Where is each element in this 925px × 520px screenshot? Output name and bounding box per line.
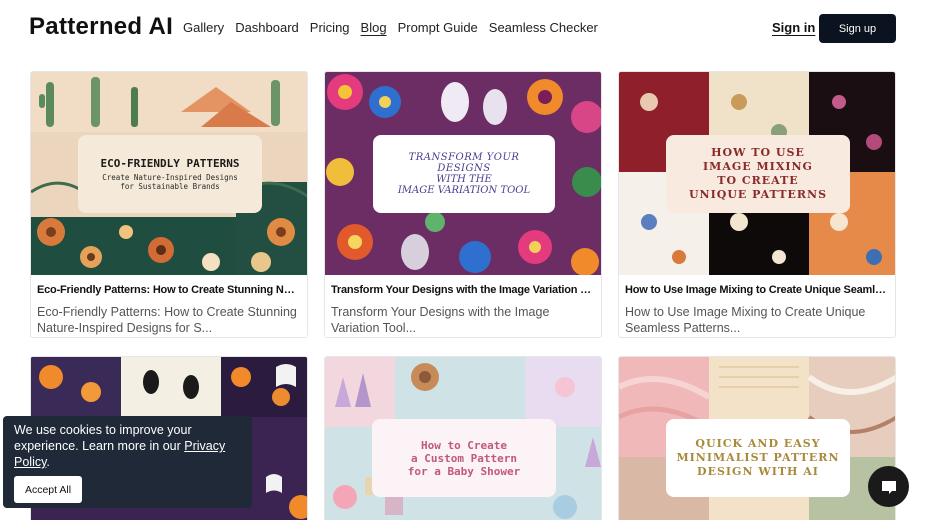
overlay-line: IMAGE VARIATION TOOL — [397, 184, 531, 196]
overlay-line: for Sustainable Brands — [120, 181, 220, 191]
blog-card[interactable]: TRANSFORM YOUR DESIGNS WITH THE IMAGE VA… — [324, 71, 602, 338]
overlay-line: IMAGE MIXING — [703, 159, 813, 173]
overlay-line: Create Nature-Inspired Designs — [102, 172, 238, 182]
blog-card-overlay: ECO-FRIENDLY PATTERNS Create Nature-Insp… — [78, 134, 262, 213]
blog-card[interactable]: HOW TO USE IMAGE MIXING TO CREATE UNIQUE… — [618, 71, 896, 338]
nav-dashboard[interactable]: Dashboard — [235, 20, 299, 35]
cookie-banner: We use cookies to improve your experienc… — [3, 416, 252, 508]
blog-card-title[interactable]: Transform Your Designs with the Image Va… — [331, 284, 593, 296]
cookie-text: We use cookies to improve your experienc… — [14, 423, 192, 453]
blog-card-overlay: TRANSFORM YOUR DESIGNS WITH THE IMAGE VA… — [373, 134, 555, 213]
overlay-line: ECO-FRIENDLY PATTERNS — [100, 156, 240, 170]
blog-card-excerpt: Eco-Friendly Patterns: How to Create Stu… — [37, 305, 297, 335]
blog-card-overlay: QUICK AND EASY MINIMALIST PATTERN DESIGN… — [666, 419, 850, 497]
blog-card[interactable]: How to Create a Custom Pattern for a Bab… — [324, 356, 602, 520]
overlay-line: QUICK AND EASY — [695, 437, 821, 450]
overlay-line: How to Create — [420, 438, 508, 452]
site-header: Patterned AI Gallery Dashboard Pricing B… — [0, 0, 925, 58]
overlay-line: WITH THE — [436, 173, 492, 185]
nav-blog[interactable]: Blog — [361, 20, 387, 35]
chat-icon — [881, 480, 896, 494]
main-nav: Gallery Dashboard Pricing Blog Prompt Gu… — [183, 20, 598, 35]
overlay-line: MINIMALIST PATTERN — [676, 451, 840, 464]
blog-card-overlay: How to Create a Custom Pattern for a Bab… — [372, 419, 556, 497]
blog-card[interactable]: QUICK AND EASY MINIMALIST PATTERN DESIGN… — [618, 356, 896, 520]
overlay-line: UNIQUE PATTERNS — [688, 187, 828, 201]
overlay-line: a Custom Pattern — [411, 451, 517, 465]
overlay-line: TRANSFORM YOUR DESIGNS — [408, 151, 520, 174]
blog-card[interactable]: ECO-FRIENDLY PATTERNS Create Nature-Insp… — [30, 71, 308, 338]
site-logo[interactable]: Patterned AI — [29, 13, 173, 41]
blog-card-image[interactable]: HOW TO USE IMAGE MIXING TO CREATE UNIQUE… — [619, 72, 895, 275]
nav-gallery[interactable]: Gallery — [183, 20, 224, 35]
blog-card-image[interactable]: ECO-FRIENDLY PATTERNS Create Nature-Insp… — [31, 72, 307, 275]
blog-card-title[interactable]: Eco-Friendly Patterns: How to Create Stu… — [37, 284, 299, 296]
overlay-line: TO CREATE — [717, 173, 799, 187]
blog-card-image[interactable]: TRANSFORM YOUR DESIGNS WITH THE IMAGE VA… — [325, 72, 601, 275]
blog-card-image[interactable]: QUICK AND EASY MINIMALIST PATTERN DESIGN… — [619, 357, 895, 520]
cookie-suffix: . — [46, 455, 50, 469]
blog-card-excerpt: How to Use Image Mixing to Create Unique… — [625, 305, 866, 335]
overlay-line: HOW TO USE — [711, 145, 805, 159]
nav-prompt-guide[interactable]: Prompt Guide — [398, 20, 478, 35]
overlay-line: DESIGN WITH AI — [697, 465, 819, 478]
chat-widget-button[interactable] — [868, 466, 909, 507]
blog-card-title[interactable]: How to Use Image Mixing to Create Unique… — [625, 284, 887, 296]
blog-card-overlay: HOW TO USE IMAGE MIXING TO CREATE UNIQUE… — [666, 134, 850, 213]
blog-card-image[interactable]: How to Create a Custom Pattern for a Bab… — [325, 357, 601, 520]
overlay-line: for a Baby Shower — [407, 464, 521, 478]
sign-in-link[interactable]: Sign in — [772, 20, 815, 35]
nav-pricing[interactable]: Pricing — [310, 20, 350, 35]
blog-card-excerpt: Transform Your Designs with the Image Va… — [331, 305, 550, 335]
sign-up-button[interactable]: Sign up — [819, 14, 896, 43]
nav-seamless-checker[interactable]: Seamless Checker — [489, 20, 598, 35]
accept-all-button[interactable]: Accept All — [14, 476, 82, 503]
